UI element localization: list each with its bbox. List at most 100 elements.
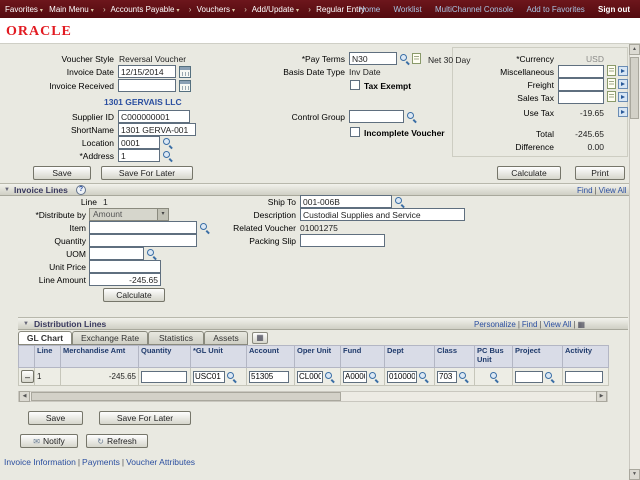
invoice-date-field[interactable] <box>118 65 176 78</box>
invoice-information-link[interactable]: Invoice Information <box>4 457 76 467</box>
incomplete-voucher-checkbox[interactable] <box>350 127 360 137</box>
lookup-icon[interactable] <box>458 371 469 382</box>
scroll-up-icon[interactable]: ▲ <box>629 44 640 55</box>
save-for-later-button-bottom[interactable]: Save For Later <box>99 411 191 425</box>
distribute-by-dropdown[interactable]: Amount ▾ <box>89 208 169 221</box>
scroll-right-icon[interactable]: ▶ <box>596 391 607 402</box>
worklist-link[interactable]: Worklist <box>393 5 421 14</box>
personalize-link[interactable]: Personalize <box>474 320 516 329</box>
payments-link[interactable]: Payments <box>82 457 120 467</box>
collapse-section-icon[interactable]: ▼ <box>4 187 10 193</box>
collapse-row-button[interactable]: – <box>21 370 34 383</box>
comments-icon[interactable] <box>607 91 616 102</box>
cell-fund-field[interactable] <box>343 371 367 383</box>
cell-account-field[interactable] <box>249 371 289 383</box>
add-to-favorites-link[interactable]: Add to Favorites <box>527 5 585 14</box>
transfer-icon[interactable] <box>618 107 628 117</box>
multichannel-console-link[interactable]: MultiChannel Console <box>435 5 513 14</box>
line-calculate-button[interactable]: Calculate <box>103 288 165 302</box>
vertical-scroll-thumb[interactable] <box>630 57 639 119</box>
lookup-icon[interactable] <box>418 371 429 382</box>
breadcrumb-vouchers[interactable]: Vouchers <box>197 5 230 14</box>
find-link[interactable]: Find <box>522 320 538 329</box>
supplier-id-field[interactable] <box>118 110 190 123</box>
lookup-icon[interactable] <box>226 371 237 382</box>
lookup-icon[interactable] <box>368 371 379 382</box>
freight-field[interactable] <box>558 78 604 91</box>
breadcrumb-add-update[interactable]: Add/Update <box>252 5 294 14</box>
print-button[interactable]: Print <box>575 166 625 180</box>
horizontal-scroll-thumb[interactable] <box>31 392 341 401</box>
control-group-field[interactable] <box>349 110 404 123</box>
uom-field[interactable] <box>89 247 144 260</box>
scroll-left-icon[interactable]: ◀ <box>19 391 30 402</box>
comments-icon[interactable] <box>607 78 616 89</box>
voucher-attributes-link[interactable]: Voucher Attributes <box>126 457 195 467</box>
scroll-down-icon[interactable]: ▼ <box>629 469 640 480</box>
lookup-icon[interactable] <box>394 196 405 207</box>
cell-quantity-field[interactable] <box>141 371 187 383</box>
miscellaneous-field[interactable] <box>558 65 604 78</box>
cell-class-field[interactable] <box>437 371 457 383</box>
invoice-received-field[interactable] <box>118 79 176 92</box>
lookup-icon[interactable] <box>544 371 555 382</box>
lookup-icon[interactable] <box>199 222 210 233</box>
unit-price-field[interactable] <box>89 260 161 273</box>
pay-terms-field[interactable] <box>349 52 397 65</box>
lookup-icon[interactable] <box>146 248 157 259</box>
transfer-icon[interactable] <box>618 79 628 89</box>
tab-statistics[interactable]: Statistics <box>148 331 204 345</box>
save-button-bottom[interactable]: Save <box>28 411 83 425</box>
tab-assets[interactable]: Assets <box>204 331 248 345</box>
show-all-columns-icon[interactable]: ▦ <box>252 332 268 344</box>
packing-slip-field[interactable] <box>300 234 385 247</box>
breadcrumb-favorites[interactable]: Favorites <box>5 5 38 14</box>
notify-button[interactable]: ✉Notify <box>20 434 78 448</box>
breadcrumb-accounts-payable[interactable]: Accounts Payable <box>110 5 174 14</box>
tax-exempt-checkbox[interactable] <box>350 80 360 90</box>
item-field[interactable] <box>89 221 197 234</box>
sales-tax-field[interactable] <box>558 91 604 104</box>
collapse-section-icon[interactable]: ▼ <box>23 321 29 327</box>
description-field[interactable] <box>300 208 465 221</box>
cell-activity-field[interactable] <box>565 371 603 383</box>
signout-link[interactable]: Sign out <box>598 5 630 14</box>
supplier-name-link[interactable]: 1301 GERVAIS LLC <box>104 97 182 107</box>
line-amount-field[interactable] <box>89 273 161 286</box>
cell-dept-field[interactable] <box>387 371 417 383</box>
breadcrumb-main-menu[interactable]: Main Menu <box>49 5 89 14</box>
download-icon[interactable]: ▦ <box>577 320 585 329</box>
lookup-icon[interactable] <box>162 137 173 148</box>
lookup-icon[interactable] <box>489 371 500 382</box>
cell-gl-unit-field[interactable] <box>193 371 225 383</box>
find-link[interactable]: Find <box>577 186 593 195</box>
tab-exchange-rate[interactable]: Exchange Rate <box>72 331 148 345</box>
refresh-button[interactable]: ↻Refresh <box>86 434 148 448</box>
home-link[interactable]: Home <box>359 5 380 14</box>
calendar-icon[interactable] <box>179 80 191 92</box>
lookup-icon[interactable] <box>399 53 410 64</box>
lookup-icon[interactable] <box>162 150 173 161</box>
address-field[interactable] <box>118 149 160 162</box>
tab-gl-chart[interactable]: GL Chart <box>18 331 72 345</box>
save-button[interactable]: Save <box>33 166 91 180</box>
lookup-icon[interactable] <box>324 371 335 382</box>
transfer-icon[interactable] <box>618 66 628 76</box>
ship-to-field[interactable] <box>300 195 392 208</box>
comments-icon[interactable] <box>412 53 421 64</box>
cell-oper-unit-field[interactable] <box>297 371 323 383</box>
vertical-scrollbar[interactable]: ▲ ▼ <box>629 44 640 480</box>
help-icon[interactable]: ? <box>76 185 86 195</box>
cell-project-field[interactable] <box>515 371 543 383</box>
calendar-icon[interactable] <box>179 66 191 78</box>
comments-icon[interactable] <box>607 65 616 76</box>
location-field[interactable] <box>118 136 160 149</box>
save-for-later-button[interactable]: Save For Later <box>101 166 193 180</box>
quantity-field[interactable] <box>89 234 197 247</box>
view-all-link[interactable]: View All <box>599 186 627 195</box>
transfer-icon[interactable] <box>618 92 628 102</box>
lookup-icon[interactable] <box>406 111 417 122</box>
horizontal-scrollbar[interactable]: ◀ ▶ <box>18 391 608 402</box>
shortname-field[interactable] <box>118 123 196 136</box>
view-all-link[interactable]: View All <box>544 320 572 329</box>
